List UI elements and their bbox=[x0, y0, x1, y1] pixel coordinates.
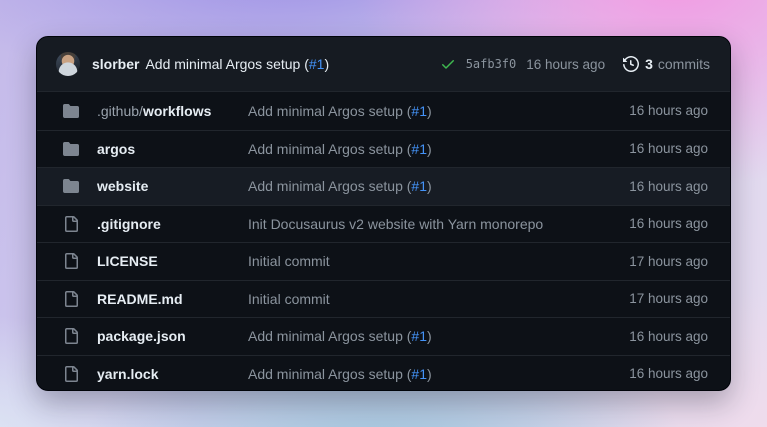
commit-author[interactable]: slorber bbox=[92, 56, 139, 72]
row-commit-time: 17 hours ago bbox=[629, 291, 708, 306]
row-commit-message[interactable]: Add minimal Argos setup (#1) bbox=[248, 366, 613, 382]
row-commit-message[interactable]: Initial commit bbox=[248, 291, 613, 307]
pr-link[interactable]: #1 bbox=[411, 178, 427, 194]
file-icon bbox=[63, 328, 79, 344]
pr-link[interactable]: #1 bbox=[411, 328, 427, 344]
file-row[interactable]: .gitignore Init Docusaurus v2 website wi… bbox=[37, 205, 730, 243]
file-row[interactable]: LICENSE Initial commit 17 hours ago bbox=[37, 242, 730, 280]
file-name[interactable]: .github/workflows bbox=[97, 103, 248, 119]
row-commit-message-suffix: ) bbox=[427, 328, 432, 344]
pr-link[interactable]: #1 bbox=[411, 141, 427, 157]
repo-file-browser: slorber Add minimal Argos setup (#1) 5af… bbox=[36, 36, 731, 391]
file-base-name[interactable]: package.json bbox=[97, 328, 186, 344]
file-base-name[interactable]: yarn.lock bbox=[97, 366, 158, 382]
file-row[interactable]: .github/workflows Add minimal Argos setu… bbox=[37, 92, 730, 130]
row-commit-time: 16 hours ago bbox=[629, 366, 708, 381]
file-base-name[interactable]: argos bbox=[97, 141, 135, 157]
row-commit-message-suffix: ) bbox=[427, 141, 432, 157]
pr-link[interactable]: #1 bbox=[411, 366, 427, 382]
row-commit-time: 16 hours ago bbox=[629, 179, 708, 194]
row-commit-message[interactable]: Initial commit bbox=[248, 253, 613, 269]
latest-commit-message[interactable]: Add minimal Argos setup (#1) bbox=[145, 56, 329, 72]
check-icon[interactable] bbox=[440, 56, 456, 72]
row-commit-message-text: Init Docusaurus v2 website with Yarn mon… bbox=[248, 216, 543, 232]
file-row[interactable]: README.md Initial commit 17 hours ago bbox=[37, 280, 730, 318]
avatar[interactable] bbox=[56, 52, 80, 76]
file-row[interactable]: package.json Add minimal Argos setup (#1… bbox=[37, 317, 730, 355]
file-icon bbox=[63, 366, 79, 382]
row-commit-message-suffix: ) bbox=[427, 178, 432, 194]
file-base-name[interactable]: README.md bbox=[97, 291, 183, 307]
commit-message-text: Add minimal Argos setup ( bbox=[145, 56, 308, 72]
row-commit-message[interactable]: Init Docusaurus v2 website with Yarn mon… bbox=[248, 216, 613, 232]
file-icon bbox=[63, 291, 79, 307]
row-commit-time: 16 hours ago bbox=[629, 141, 708, 156]
row-commit-message-text: Add minimal Argos setup ( bbox=[248, 178, 411, 194]
row-commit-time: 16 hours ago bbox=[629, 329, 708, 344]
history-icon bbox=[623, 56, 639, 72]
file-table: .github/workflows Add minimal Argos setu… bbox=[37, 92, 730, 391]
file-icon bbox=[63, 253, 79, 269]
row-commit-time: 16 hours ago bbox=[629, 216, 708, 231]
row-commit-message[interactable]: Add minimal Argos setup (#1) bbox=[248, 328, 613, 344]
row-commit-message[interactable]: Add minimal Argos setup (#1) bbox=[248, 103, 613, 119]
commit-history-link[interactable]: 3 commits bbox=[623, 56, 710, 72]
latest-commit-header: slorber Add minimal Argos setup (#1) 5af… bbox=[37, 37, 730, 92]
row-commit-message[interactable]: Add minimal Argos setup (#1) bbox=[248, 141, 613, 157]
commit-message-suffix: ) bbox=[324, 56, 329, 72]
file-name[interactable]: .gitignore bbox=[97, 216, 248, 232]
row-commit-message-text: Add minimal Argos setup ( bbox=[248, 103, 411, 119]
file-name[interactable]: LICENSE bbox=[97, 253, 248, 269]
row-commit-message-text: Initial commit bbox=[248, 253, 330, 269]
file-name[interactable]: yarn.lock bbox=[97, 366, 248, 382]
row-commit-time: 17 hours ago bbox=[629, 254, 708, 269]
pr-link[interactable]: #1 bbox=[411, 103, 427, 119]
file-base-name[interactable]: workflows bbox=[143, 103, 211, 119]
file-row[interactable]: yarn.lock Add minimal Argos setup (#1) 1… bbox=[37, 355, 730, 392]
file-base-name[interactable]: LICENSE bbox=[97, 253, 158, 269]
row-commit-message[interactable]: Add minimal Argos setup (#1) bbox=[248, 178, 613, 194]
folder-icon bbox=[63, 103, 79, 119]
row-commit-message-text: Add minimal Argos setup ( bbox=[248, 366, 411, 382]
file-name[interactable]: website bbox=[97, 178, 248, 194]
row-commit-message-text: Initial commit bbox=[248, 291, 330, 307]
folder-icon bbox=[63, 141, 79, 157]
row-commit-message-suffix: ) bbox=[427, 366, 432, 382]
commit-hash[interactable]: 5afb3f0 bbox=[466, 57, 517, 71]
commit-meta: 5afb3f0 16 hours ago 3 commits bbox=[440, 56, 710, 72]
file-base-name[interactable]: website bbox=[97, 178, 148, 194]
file-row[interactable]: website Add minimal Argos setup (#1) 16 … bbox=[37, 167, 730, 205]
row-commit-time: 16 hours ago bbox=[629, 103, 708, 118]
file-name[interactable]: argos bbox=[97, 141, 248, 157]
file-row[interactable]: argos Add minimal Argos setup (#1) 16 ho… bbox=[37, 130, 730, 168]
file-name[interactable]: package.json bbox=[97, 328, 248, 344]
pr-link[interactable]: #1 bbox=[309, 56, 325, 72]
row-commit-message-text: Add minimal Argos setup ( bbox=[248, 328, 411, 344]
file-name[interactable]: README.md bbox=[97, 291, 248, 307]
row-commit-message-suffix: ) bbox=[427, 103, 432, 119]
row-commit-message-text: Add minimal Argos setup ( bbox=[248, 141, 411, 157]
file-path-prefix[interactable]: .github/ bbox=[97, 103, 143, 119]
file-icon bbox=[63, 216, 79, 232]
file-base-name[interactable]: .gitignore bbox=[97, 216, 161, 232]
folder-icon bbox=[63, 178, 79, 194]
commit-time: 16 hours ago bbox=[526, 57, 605, 72]
commits-label: commits bbox=[658, 56, 710, 72]
commits-count: 3 bbox=[645, 56, 653, 72]
